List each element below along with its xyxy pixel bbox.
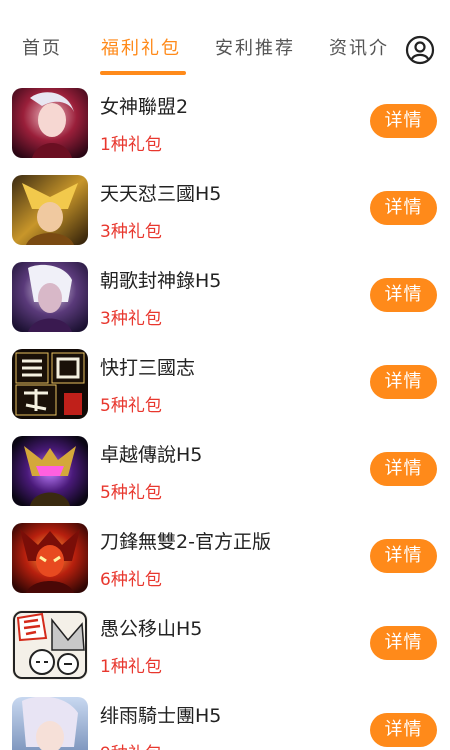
detail-button[interactable]: 详情 bbox=[370, 191, 437, 225]
gift-count: 3种礼包 bbox=[100, 309, 162, 329]
game-icon-kuaida-sanguo[interactable] bbox=[12, 349, 88, 419]
detail-button[interactable]: 详情 bbox=[370, 713, 437, 747]
game-icon-yugong-yishan[interactable] bbox=[12, 610, 88, 680]
game-name: 卓越傳說H5 bbox=[100, 444, 203, 466]
game-name: 快打三國志 bbox=[100, 357, 196, 379]
game-icon-zhaoge-fengshen[interactable] bbox=[12, 262, 88, 332]
gift-pack-list: 女神聯盟2 1种礼包 详情 天天怼三國H5 3种礼包 详情 朝歌封神錄H5 3种… bbox=[0, 80, 450, 750]
game-name: 朝歌封神錄H5 bbox=[100, 270, 222, 292]
list-item[interactable]: 愚公移山H5 1种礼包 详情 bbox=[0, 602, 450, 689]
gift-count: 1种礼包 bbox=[100, 657, 162, 677]
game-icon-tiantian-sanguo[interactable] bbox=[12, 175, 88, 245]
detail-button[interactable]: 详情 bbox=[370, 452, 437, 486]
game-name: 天天怼三國H5 bbox=[100, 183, 222, 205]
game-name: 刀鋒無雙2-官方正版 bbox=[100, 531, 271, 553]
gift-count: 5种礼包 bbox=[100, 396, 162, 416]
list-item[interactable]: 快打三國志 5种礼包 详情 bbox=[0, 341, 450, 428]
game-icon-daofeng-wushuang[interactable] bbox=[12, 523, 88, 593]
tab-home[interactable]: 首页 bbox=[22, 34, 62, 62]
list-item[interactable]: 绯雨騎士團H5 9种礼包 详情 bbox=[0, 689, 450, 750]
list-item[interactable]: 天天怼三國H5 3种礼包 详情 bbox=[0, 167, 450, 254]
detail-button[interactable]: 详情 bbox=[370, 626, 437, 660]
app-screen: 首页 福利礼包 安利推荐 资讯介 女神聯盟2 1种礼包 详情 天天怼三國H5 3… bbox=[0, 0, 450, 750]
top-tab-bar: 首页 福利礼包 安利推荐 资讯介 bbox=[0, 0, 450, 80]
game-icon-feiyu-qishituan[interactable] bbox=[12, 697, 88, 750]
detail-button[interactable]: 详情 bbox=[370, 365, 437, 399]
detail-button[interactable]: 详情 bbox=[370, 539, 437, 573]
tab-news[interactable]: 资讯介 bbox=[329, 34, 389, 62]
active-tab-indicator bbox=[100, 71, 186, 75]
tab-gift-packs[interactable]: 福利礼包 bbox=[101, 34, 181, 62]
gift-count: 5种礼包 bbox=[100, 483, 162, 503]
tab-recommendations[interactable]: 安利推荐 bbox=[215, 34, 295, 62]
list-item[interactable]: 朝歌封神錄H5 3种礼包 详情 bbox=[0, 254, 450, 341]
detail-button[interactable]: 详情 bbox=[370, 104, 437, 138]
user-circle-icon[interactable] bbox=[405, 35, 435, 65]
list-item[interactable]: 刀鋒無雙2-官方正版 6种礼包 详情 bbox=[0, 515, 450, 602]
game-icon-goddess-league[interactable] bbox=[12, 88, 88, 158]
game-name: 绯雨騎士團H5 bbox=[100, 705, 222, 727]
game-name: 愚公移山H5 bbox=[100, 618, 203, 640]
detail-button[interactable]: 详情 bbox=[370, 278, 437, 312]
list-item[interactable]: 女神聯盟2 1种礼包 详情 bbox=[0, 80, 450, 167]
gift-count: 1种礼包 bbox=[100, 135, 162, 155]
gift-count: 9种礼包 bbox=[100, 739, 162, 750]
gift-count: 3种礼包 bbox=[100, 222, 162, 242]
gift-count: 6种礼包 bbox=[100, 570, 162, 590]
game-icon-zhuoyue-chuanshuo[interactable] bbox=[12, 436, 88, 506]
game-name: 女神聯盟2 bbox=[100, 96, 189, 118]
list-item[interactable]: 卓越傳說H5 5种礼包 详情 bbox=[0, 428, 450, 515]
